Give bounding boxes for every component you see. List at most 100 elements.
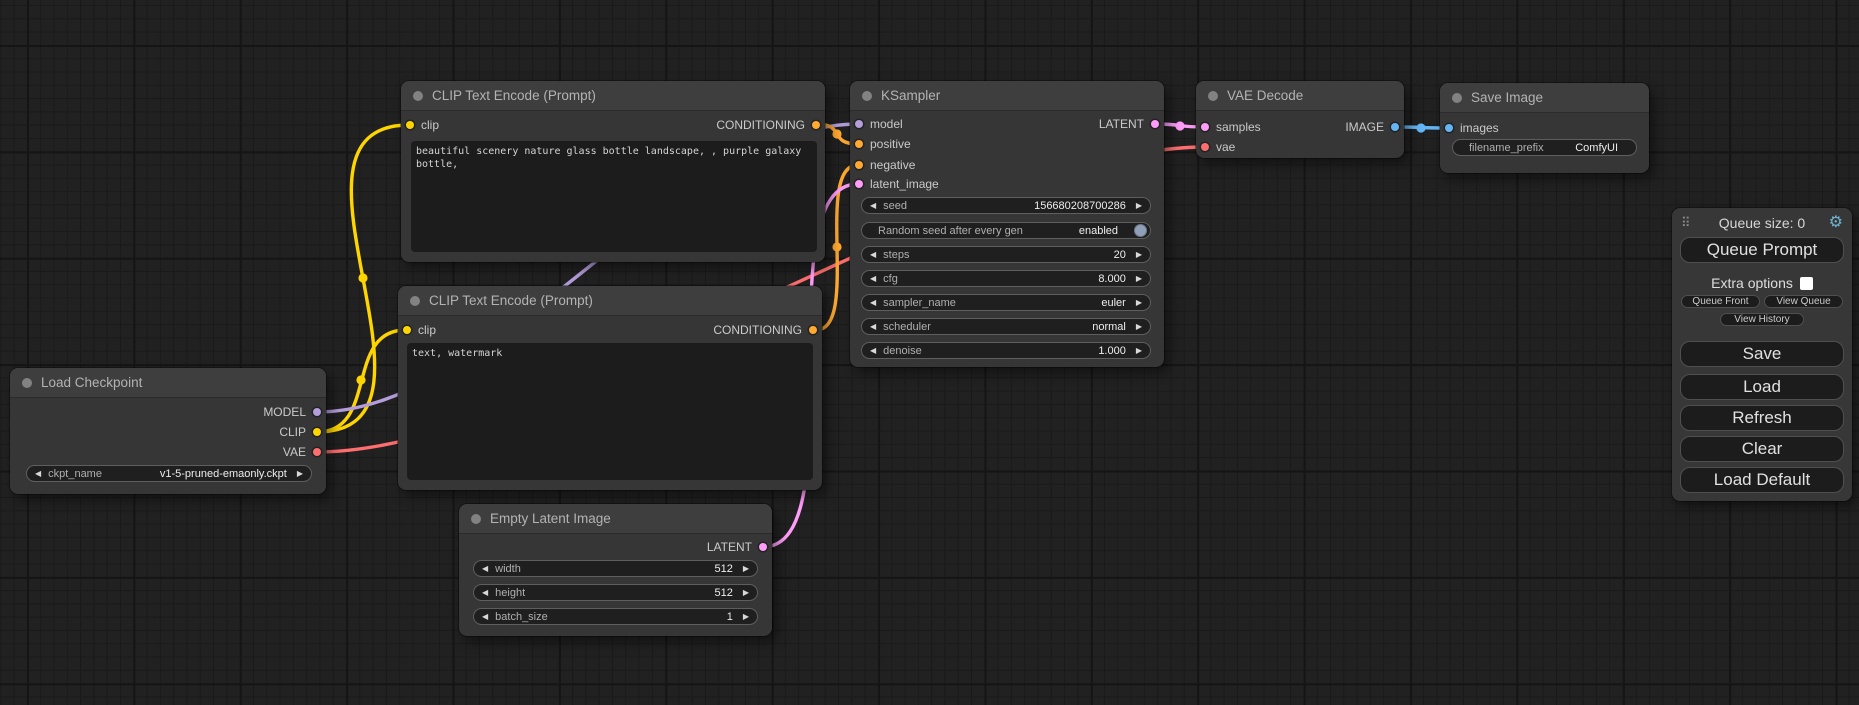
increment-arrow-icon[interactable]: ▶ xyxy=(297,470,303,478)
node-title: CLIP Text Encode (Prompt) xyxy=(432,88,596,103)
widget-value[interactable]: 20 xyxy=(1114,249,1126,261)
decrement-arrow-icon[interactable]: ◀ xyxy=(482,565,488,573)
ckpt-name-widget[interactable]: ◀ ckpt_name v1-5-pruned-emaonly.ckpt ▶ xyxy=(26,465,312,482)
input-port-vae[interactable] xyxy=(1201,143,1209,151)
queue-prompt-button[interactable]: Queue Prompt xyxy=(1680,237,1844,263)
batch-size-widget[interactable]: ◀ batch_size 1 ▶ xyxy=(473,608,758,625)
collapse-dot-icon[interactable] xyxy=(862,91,872,101)
view-queue-button[interactable]: View Queue xyxy=(1764,295,1843,308)
extra-options-label: Extra options xyxy=(1711,275,1793,291)
output-port-image[interactable] xyxy=(1391,123,1399,131)
slot-row: negative xyxy=(850,155,1164,175)
collapse-dot-icon[interactable] xyxy=(471,514,481,524)
decrement-arrow-icon[interactable]: ◀ xyxy=(870,299,876,307)
refresh-button[interactable]: Refresh xyxy=(1680,405,1844,431)
decrement-arrow-icon[interactable]: ◀ xyxy=(35,470,41,478)
extra-options-checkbox[interactable] xyxy=(1800,277,1813,290)
widget-value[interactable]: enabled xyxy=(1079,225,1118,237)
widget-name: ckpt_name xyxy=(48,468,102,480)
node-title-bar[interactable]: Empty Latent Image xyxy=(459,504,772,534)
input-port-positive[interactable] xyxy=(855,140,863,148)
widget-value[interactable]: v1-5-pruned-emaonly.ckpt xyxy=(160,468,287,480)
collapse-dot-icon[interactable] xyxy=(1452,93,1462,103)
node-title-bar[interactable]: CLIP Text Encode (Prompt) xyxy=(401,81,825,111)
view-history-button[interactable]: View History xyxy=(1720,313,1804,326)
widget-value[interactable]: 8.000 xyxy=(1098,273,1126,285)
graph-canvas[interactable]: Load Checkpoint MODEL CLIP VAE ◀ ckpt_na… xyxy=(0,0,1859,705)
widget-value[interactable]: ComfyUI xyxy=(1575,142,1618,154)
load-default-button[interactable]: Load Default xyxy=(1680,467,1844,493)
collapse-dot-icon[interactable] xyxy=(22,378,32,388)
toggle-knob-icon[interactable] xyxy=(1134,224,1147,237)
node-title-bar[interactable]: Save Image xyxy=(1440,83,1649,113)
cfg-widget[interactable]: ◀ cfg 8.000 ▶ xyxy=(861,270,1151,287)
height-widget[interactable]: ◀ height 512 ▶ xyxy=(473,584,758,601)
queue-front-button[interactable]: Queue Front xyxy=(1681,295,1760,308)
node-title-bar[interactable]: CLIP Text Encode (Prompt) xyxy=(398,286,822,316)
decrement-arrow-icon[interactable]: ◀ xyxy=(870,251,876,259)
input-port-samples[interactable] xyxy=(1201,123,1209,131)
collapse-dot-icon[interactable] xyxy=(410,296,420,306)
widget-value[interactable]: 1.000 xyxy=(1098,345,1126,357)
decrement-arrow-icon[interactable]: ◀ xyxy=(870,275,876,283)
output-port-conditioning[interactable] xyxy=(809,326,817,334)
clear-button[interactable]: Clear xyxy=(1680,436,1844,462)
increment-arrow-icon[interactable]: ▶ xyxy=(743,589,749,597)
collapse-dot-icon[interactable] xyxy=(1208,91,1218,101)
widget-value[interactable]: 156680208700286 xyxy=(1034,200,1126,212)
save-button[interactable]: Save xyxy=(1680,341,1844,367)
widget-value[interactable]: euler xyxy=(1101,297,1125,309)
prompt-textarea[interactable]: beautiful scenery nature glass bottle la… xyxy=(411,141,817,252)
output-port-clip[interactable] xyxy=(313,428,321,436)
widget-value[interactable]: 512 xyxy=(714,563,732,575)
scheduler-widget[interactable]: ◀ scheduler normal ▶ xyxy=(861,318,1151,335)
increment-arrow-icon[interactable]: ▶ xyxy=(743,565,749,573)
node-title-bar[interactable]: KSampler xyxy=(850,81,1164,111)
input-port-clip[interactable] xyxy=(403,326,411,334)
input-port-latent-image[interactable] xyxy=(855,180,863,188)
input-port-clip[interactable] xyxy=(406,121,414,129)
increment-arrow-icon[interactable]: ▶ xyxy=(743,613,749,621)
prompt-textarea[interactable]: text, watermark xyxy=(407,343,813,480)
node-title: KSampler xyxy=(881,88,940,103)
increment-arrow-icon[interactable]: ▶ xyxy=(1136,323,1142,331)
increment-arrow-icon[interactable]: ▶ xyxy=(1136,299,1142,307)
widget-value[interactable]: 1 xyxy=(727,611,733,623)
collapse-dot-icon[interactable] xyxy=(413,91,423,101)
widget-value[interactable]: normal xyxy=(1092,321,1126,333)
decrement-arrow-icon[interactable]: ◀ xyxy=(870,347,876,355)
sampler-name-widget[interactable]: ◀ sampler_name euler ▶ xyxy=(861,294,1151,311)
widget-name: width xyxy=(495,563,521,575)
output-label: VAE xyxy=(283,445,306,459)
output-port-vae[interactable] xyxy=(313,448,321,456)
decrement-arrow-icon[interactable]: ◀ xyxy=(870,202,876,210)
output-port-latent[interactable] xyxy=(1151,120,1159,128)
steps-widget[interactable]: ◀ steps 20 ▶ xyxy=(861,246,1151,263)
increment-arrow-icon[interactable]: ▶ xyxy=(1136,251,1142,259)
slot-row: clip CONDITIONING xyxy=(398,320,822,340)
widget-value[interactable]: 512 xyxy=(714,587,732,599)
slot-row: images xyxy=(1440,118,1649,138)
seed-widget[interactable]: ◀ seed 156680208700286 ▶ xyxy=(861,197,1151,214)
input-port-negative[interactable] xyxy=(855,161,863,169)
link-dot xyxy=(356,375,365,384)
filename-prefix-widget[interactable]: filename_prefix ComfyUI xyxy=(1452,139,1637,156)
decrement-arrow-icon[interactable]: ◀ xyxy=(482,589,488,597)
output-port-latent[interactable] xyxy=(759,543,767,551)
output-port-conditioning[interactable] xyxy=(812,121,820,129)
input-port-model[interactable] xyxy=(855,120,863,128)
random-seed-toggle-widget[interactable]: Random seed after every gen enabled xyxy=(861,222,1151,239)
load-button[interactable]: Load xyxy=(1680,374,1844,400)
decrement-arrow-icon[interactable]: ◀ xyxy=(870,323,876,331)
increment-arrow-icon[interactable]: ▶ xyxy=(1136,202,1142,210)
decrement-arrow-icon[interactable]: ◀ xyxy=(482,613,488,621)
node-title-bar[interactable]: Load Checkpoint xyxy=(10,368,326,398)
width-widget[interactable]: ◀ width 512 ▶ xyxy=(473,560,758,577)
node-title-bar[interactable]: VAE Decode xyxy=(1196,81,1404,111)
output-port-model[interactable] xyxy=(313,408,321,416)
settings-gear-icon[interactable]: ⚙ xyxy=(1829,214,1843,232)
increment-arrow-icon[interactable]: ▶ xyxy=(1136,347,1142,355)
input-port-images[interactable] xyxy=(1445,124,1453,132)
increment-arrow-icon[interactable]: ▶ xyxy=(1136,275,1142,283)
denoise-widget[interactable]: ◀ denoise 1.000 ▶ xyxy=(861,342,1151,359)
